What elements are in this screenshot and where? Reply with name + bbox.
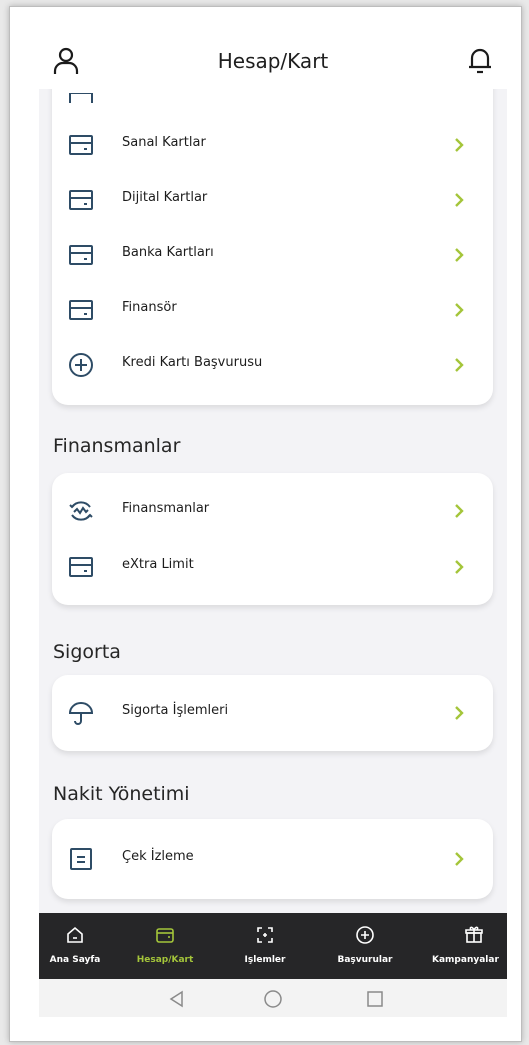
menu-item-finansor[interactable]: Finansör	[52, 282, 493, 338]
recents-icon[interactable]	[365, 989, 385, 1009]
cards-menu-card: Sanal Kartlar Dijital Kartlar Banka Kart…	[52, 67, 493, 405]
nav-label: Hesap/Kart	[136, 955, 194, 965]
finance-menu-card: Finansmanlar eXtra Limit	[52, 473, 493, 605]
chevron-right-icon	[454, 503, 464, 518]
document-icon	[68, 846, 94, 872]
menu-item-label: Banka Kartları	[122, 245, 214, 260]
page-title: Hesap/Kart	[217, 49, 329, 73]
device-frame: Hesap/Kart Sanal Kartlar Dijital Kartlar…	[9, 6, 522, 1042]
nav-label: Ana Sayfa	[49, 955, 101, 965]
card-icon	[68, 297, 94, 323]
nav-item-islemler[interactable]: İşlemler	[220, 913, 310, 979]
back-icon[interactable]	[167, 989, 187, 1009]
chevron-right-icon	[454, 302, 464, 317]
bottom-navigation: Ana Sayfa Hesap/Kart İşlemler Başvurular…	[39, 913, 507, 979]
chevron-right-icon	[454, 851, 464, 866]
nav-item-kampanyalar[interactable]: Kampanyalar	[428, 913, 507, 979]
chevron-right-icon	[454, 559, 464, 574]
card-icon	[68, 93, 94, 103]
gift-icon	[464, 925, 484, 945]
menu-item-label: Dijital Kartlar	[122, 190, 208, 205]
system-navigation-bar	[39, 979, 507, 1017]
chevron-right-icon	[454, 357, 464, 372]
scan-icon	[255, 925, 275, 945]
menu-item-sanal-kartlar[interactable]: Sanal Kartlar	[52, 117, 493, 173]
card-icon	[68, 187, 94, 213]
app-header: Hesap/Kart	[39, 7, 507, 89]
section-title-nakit-yonetimi: Nakit Yönetimi	[53, 783, 190, 805]
nav-item-hesap-kart[interactable]: Hesap/Kart	[120, 913, 210, 979]
home-icon	[65, 925, 85, 945]
wallet-icon	[155, 925, 175, 945]
nav-label: Başvurular	[337, 955, 393, 965]
menu-item-label: Sigorta İşlemleri	[122, 703, 229, 718]
nav-item-ana-sayfa[interactable]: Ana Sayfa	[39, 913, 120, 979]
menu-item-cek-izleme[interactable]: Çek İzleme	[52, 831, 493, 887]
section-title-finansmanlar: Finansmanlar	[53, 435, 181, 457]
menu-item-label: Çek İzleme	[122, 849, 194, 864]
chevron-right-icon	[454, 705, 464, 720]
card-icon	[68, 242, 94, 268]
menu-item-extra-limit[interactable]: eXtra Limit	[52, 539, 493, 595]
menu-item-label: Finansör	[122, 300, 177, 315]
section-title-sigorta: Sigorta	[53, 641, 121, 663]
menu-item-kredi-karti-basvurusu[interactable]: Kredi Kartı Başvurusu	[52, 337, 493, 393]
nav-label: Kampanyalar	[432, 955, 499, 965]
menu-item-sigorta-islemleri[interactable]: Sigorta İşlemleri	[52, 685, 493, 741]
menu-item-label: Finansmanlar	[122, 501, 210, 516]
app-screen: Hesap/Kart Sanal Kartlar Dijital Kartlar…	[39, 7, 507, 1017]
menu-item-finansmanlar[interactable]: Finansmanlar	[52, 483, 493, 539]
bell-icon[interactable]	[467, 47, 493, 75]
menu-item-banka-kartlari[interactable]: Banka Kartları	[52, 227, 493, 283]
nav-label: İşlemler	[244, 955, 286, 965]
home-circle-icon[interactable]	[263, 989, 283, 1009]
plus-circle-icon	[68, 352, 94, 378]
chevron-right-icon	[454, 137, 464, 152]
chevron-right-icon	[454, 247, 464, 262]
umbrella-icon	[68, 700, 94, 726]
wave-circle-icon	[68, 498, 94, 524]
chevron-right-icon	[454, 192, 464, 207]
card-icon	[68, 132, 94, 158]
card-icon	[68, 554, 94, 580]
nav-item-basvurular[interactable]: Başvurular	[320, 913, 410, 979]
menu-item-label: eXtra Limit	[122, 557, 194, 572]
menu-item-dijital-kartlar[interactable]: Dijital Kartlar	[52, 172, 493, 228]
plus-circle-icon	[355, 925, 375, 945]
menu-item-label: Sanal Kartlar	[122, 135, 206, 150]
menu-item-label: Kredi Kartı Başvurusu	[122, 355, 263, 370]
cash-menu-card: Çek İzleme	[52, 819, 493, 899]
insurance-menu-card: Sigorta İşlemleri	[52, 675, 493, 751]
